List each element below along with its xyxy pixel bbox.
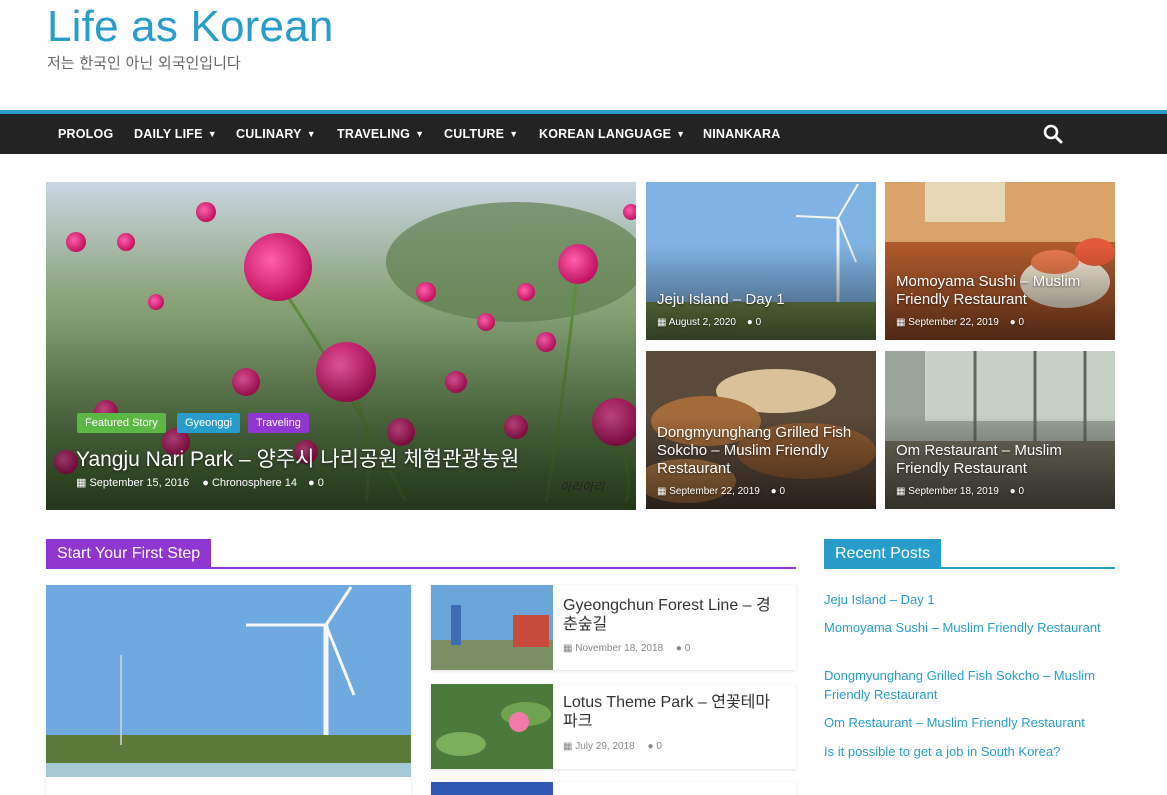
post-meta: ▦ November 18, 2018 ● 0 — [563, 643, 690, 654]
post-date[interactable]: November 18, 2018 — [575, 643, 663, 654]
post-card[interactable]: Gyeongchun Forest Line – 경춘숲길 ▦ November… — [431, 585, 796, 670]
badge-traveling[interactable]: Traveling — [248, 413, 309, 433]
recent-post-link[interactable]: Dongmyunghang Grilled Fish Sokcho – Musl… — [824, 666, 1114, 704]
nav-item-daily-life[interactable]: DAILY LIFE ▼ — [134, 114, 217, 154]
post-title[interactable]: Lotus Theme Park – 연꽃테마파크 — [563, 693, 783, 731]
tile-meta: ▦ September 22, 2019 ● 0 — [657, 486, 785, 497]
post-thumbnail — [431, 684, 553, 769]
sidebar-divider — [824, 567, 1115, 569]
section-heading: Start Your First Step — [46, 539, 212, 569]
nav-label: PROLOG — [58, 127, 114, 141]
nav-item-ninankara[interactable]: NINANKARA — [703, 114, 781, 154]
section-divider — [46, 567, 796, 569]
tile-comments[interactable]: 0 — [756, 317, 762, 328]
post-thumbnail — [431, 585, 553, 670]
nav-label: KOREAN LANGUAGE — [539, 127, 672, 141]
hero-title[interactable]: Yangju Nari Park – 양주시 나리공원 체험관광농원 — [76, 443, 519, 473]
sidebar-heading: Recent Posts — [824, 539, 942, 569]
calendar-icon: ▦ — [563, 643, 573, 654]
tile-title[interactable]: Om Restaurant – Muslim Friendly Restaura… — [896, 442, 1115, 478]
tile-meta: ▦ September 22, 2019 ● 0 — [896, 317, 1024, 328]
post-meta: ▦ July 29, 2018 ● 0 — [563, 741, 662, 752]
tile-post[interactable]: Om Restaurant – Muslim Friendly Restaura… — [885, 351, 1115, 509]
post-card[interactable]: Lotus Theme Park – 연꽃테마파크 ▦ July 29, 201… — [431, 684, 796, 769]
tile-title[interactable]: Momoyama Sushi – Muslim Friendly Restaur… — [896, 273, 1115, 309]
post-image — [46, 585, 411, 777]
nav-label: TRAVELING — [337, 127, 411, 141]
calendar-icon: ▦ — [896, 317, 906, 328]
calendar-icon: ▦ — [76, 477, 87, 489]
nav-label: CULTURE — [444, 127, 505, 141]
chevron-down-icon: ▼ — [415, 129, 425, 139]
comment-icon: ● — [770, 486, 777, 497]
hero-date[interactable]: September 15, 2016 — [89, 477, 189, 489]
tile-comments[interactable]: 0 — [1018, 317, 1024, 328]
comment-icon: ● — [647, 741, 654, 752]
hero-author[interactable]: Chronosphere 14 — [212, 477, 297, 489]
nav-item-culture[interactable]: CULTURE ▼ — [444, 114, 518, 154]
tile-date[interactable]: August 2, 2020 — [669, 317, 736, 328]
calendar-icon: ▦ — [896, 486, 906, 497]
nav-label: NINANKARA — [703, 127, 781, 141]
chevron-down-icon: ▼ — [676, 129, 686, 139]
calendar-icon: ▦ — [657, 486, 667, 497]
post-comments[interactable]: 0 — [656, 741, 662, 752]
hero-comments[interactable]: 0 — [318, 477, 324, 489]
post-card-large[interactable] — [46, 585, 411, 795]
user-icon: ● — [202, 477, 209, 489]
recent-post-link[interactable]: Jeju Island – Day 1 — [824, 590, 1114, 609]
tile-title[interactable]: Jeju Island – Day 1 — [657, 291, 785, 309]
nav-item-traveling[interactable]: TRAVELING ▼ — [337, 114, 424, 154]
comment-icon: ● — [675, 643, 682, 654]
comment-icon: ● — [746, 317, 753, 328]
recent-post-link[interactable]: Om Restaurant – Muslim Friendly Restaura… — [824, 713, 1114, 732]
tile-title[interactable]: Dongmyunghang Grilled Fish Sokcho – Musl… — [657, 424, 876, 478]
tile-comments[interactable]: 0 — [779, 486, 785, 497]
recent-post-link[interactable]: Is it possible to get a job in South Kor… — [824, 742, 1114, 761]
main-navigation: PROLOG DAILY LIFE ▼ CULINARY ▼ TRAVELING ▼ … — [0, 114, 1167, 154]
badge-gyeonggi[interactable]: Gyeonggi — [177, 413, 241, 433]
post-comments[interactable]: 0 — [685, 643, 691, 654]
calendar-icon: ▦ — [657, 317, 667, 328]
chevron-down-icon: ▼ — [306, 129, 316, 139]
badge-featured-story[interactable]: Featured Story — [77, 413, 166, 433]
nav-item-culinary[interactable]: CULINARY ▼ — [236, 114, 316, 154]
site-description: 저는 한국인 아닌 외국인입니다 — [47, 54, 241, 72]
nav-label: DAILY LIFE — [134, 127, 203, 141]
search-icon[interactable] — [1043, 124, 1063, 144]
tile-post[interactable]: Dongmyunghang Grilled Fish Sokcho – Musl… — [646, 351, 876, 509]
tile-meta: ▦ August 2, 2020 ● 0 — [657, 317, 761, 328]
post-card[interactable] — [431, 782, 796, 795]
tile-date[interactable]: September 22, 2019 — [908, 317, 999, 328]
post-title[interactable]: Gyeongchun Forest Line – 경춘숲길 — [563, 596, 783, 634]
tile-date[interactable]: September 18, 2019 — [908, 486, 999, 497]
tile-post[interactable]: Momoyama Sushi – Muslim Friendly Restaur… — [885, 182, 1115, 340]
post-date[interactable]: July 29, 2018 — [575, 741, 635, 752]
chevron-down-icon: ▼ — [207, 129, 217, 139]
nav-item-korean-language[interactable]: KOREAN LANGUAGE ▼ — [539, 114, 685, 154]
nav-item-prolog[interactable]: PROLOG — [58, 114, 113, 154]
post-thumbnail — [431, 782, 553, 795]
calendar-icon: ▦ — [563, 741, 573, 752]
site-title[interactable]: Life as Korean — [47, 2, 334, 52]
comment-icon: ● — [1009, 486, 1016, 497]
comment-icon: ● — [308, 477, 315, 489]
tile-date[interactable]: September 22, 2019 — [669, 486, 760, 497]
chevron-down-icon: ▼ — [509, 129, 519, 139]
tile-post[interactable]: Jeju Island – Day 1 ▦ August 2, 2020 ● 0 — [646, 182, 876, 340]
nav-label: CULINARY — [236, 127, 302, 141]
hero-meta: ▦ September 15, 2016 ● Chronosphere 14 ●… — [76, 476, 324, 489]
comment-icon: ● — [1009, 317, 1016, 328]
recent-post-link[interactable]: Momoyama Sushi – Muslim Friendly Restaur… — [824, 618, 1114, 637]
hero-watermark: 아리아리 — [560, 480, 605, 494]
tile-meta: ▦ September 18, 2019 ● 0 — [896, 486, 1024, 497]
tile-comments[interactable]: 0 — [1018, 486, 1024, 497]
